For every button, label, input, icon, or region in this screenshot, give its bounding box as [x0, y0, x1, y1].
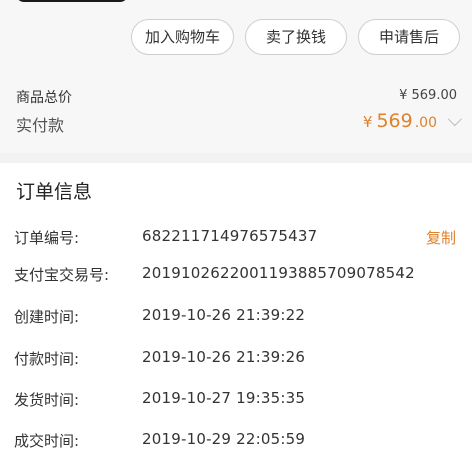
order-number-label: 订单编号: [14, 229, 80, 247]
shipped-time-value: 2019-10-27 19:35:35 [142, 389, 306, 407]
order-number-row: 订单编号: 682211714976575437 复制 [0, 227, 472, 251]
total-price-label: 商品总价 [16, 90, 72, 106]
sell-for-cash-button[interactable]: 卖了换钱 [245, 19, 347, 55]
shipped-time-row: 发货时间: 2019-10-27 19:35:35 [0, 389, 472, 413]
after-sales-button[interactable]: 申请售后 [358, 19, 460, 55]
created-time-label: 创建时间: [14, 308, 80, 326]
chevron-down-icon[interactable] [447, 112, 462, 127]
paid-time-value: 2019-10-26 21:39:26 [142, 348, 306, 366]
paid-time-label: 付款时间: [14, 350, 80, 368]
product-thumbnail[interactable] [16, 0, 128, 2]
paid-amount-label: 实付款 [16, 116, 65, 135]
paid-time-row: 付款时间: 2019-10-26 21:39:26 [0, 348, 472, 372]
paid-amount-decimal: .00 [414, 115, 437, 131]
completed-time-value: 2019-10-29 22:05:59 [142, 430, 306, 448]
alipay-trade-row: 支付宝交易号: 2019102622001193885709078542 [0, 264, 472, 288]
completed-time-row: 成交时间: 2019-10-29 22:05:59 [0, 430, 472, 454]
order-info-title: 订单信息 [16, 181, 93, 203]
order-number-value: 682211714976575437 [142, 227, 318, 245]
order-detail-page: 加入购物车 卖了换钱 申请售后 商品总价 ¥ 569.00 实付款 ¥ 569 … [0, 0, 472, 474]
order-info-card: 订单信息 订单编号: 682211714976575437 复制 支付宝交易号:… [0, 163, 472, 474]
order-actions-card: 加入购物车 卖了换钱 申请售后 商品总价 ¥ 569.00 实付款 ¥ 569 … [0, 0, 472, 153]
add-to-cart-button[interactable]: 加入购物车 [131, 19, 234, 55]
completed-time-label: 成交时间: [14, 432, 80, 450]
paid-currency: ¥ [362, 113, 373, 131]
copy-order-number-button[interactable]: 复制 [426, 227, 456, 248]
alipay-trade-value: 2019102622001193885709078542 [142, 264, 415, 282]
created-time-value: 2019-10-26 21:39:22 [142, 306, 306, 324]
alipay-trade-label: 支付宝交易号: [14, 266, 110, 284]
paid-amount-toggle[interactable]: ¥ 569 .00 [362, 110, 462, 132]
shipped-time-label: 发货时间: [14, 391, 80, 409]
created-time-row: 创建时间: 2019-10-26 21:39:22 [0, 306, 472, 330]
paid-amount-integer: 569 [376, 110, 413, 132]
total-price-value: ¥ 569.00 [399, 88, 457, 103]
